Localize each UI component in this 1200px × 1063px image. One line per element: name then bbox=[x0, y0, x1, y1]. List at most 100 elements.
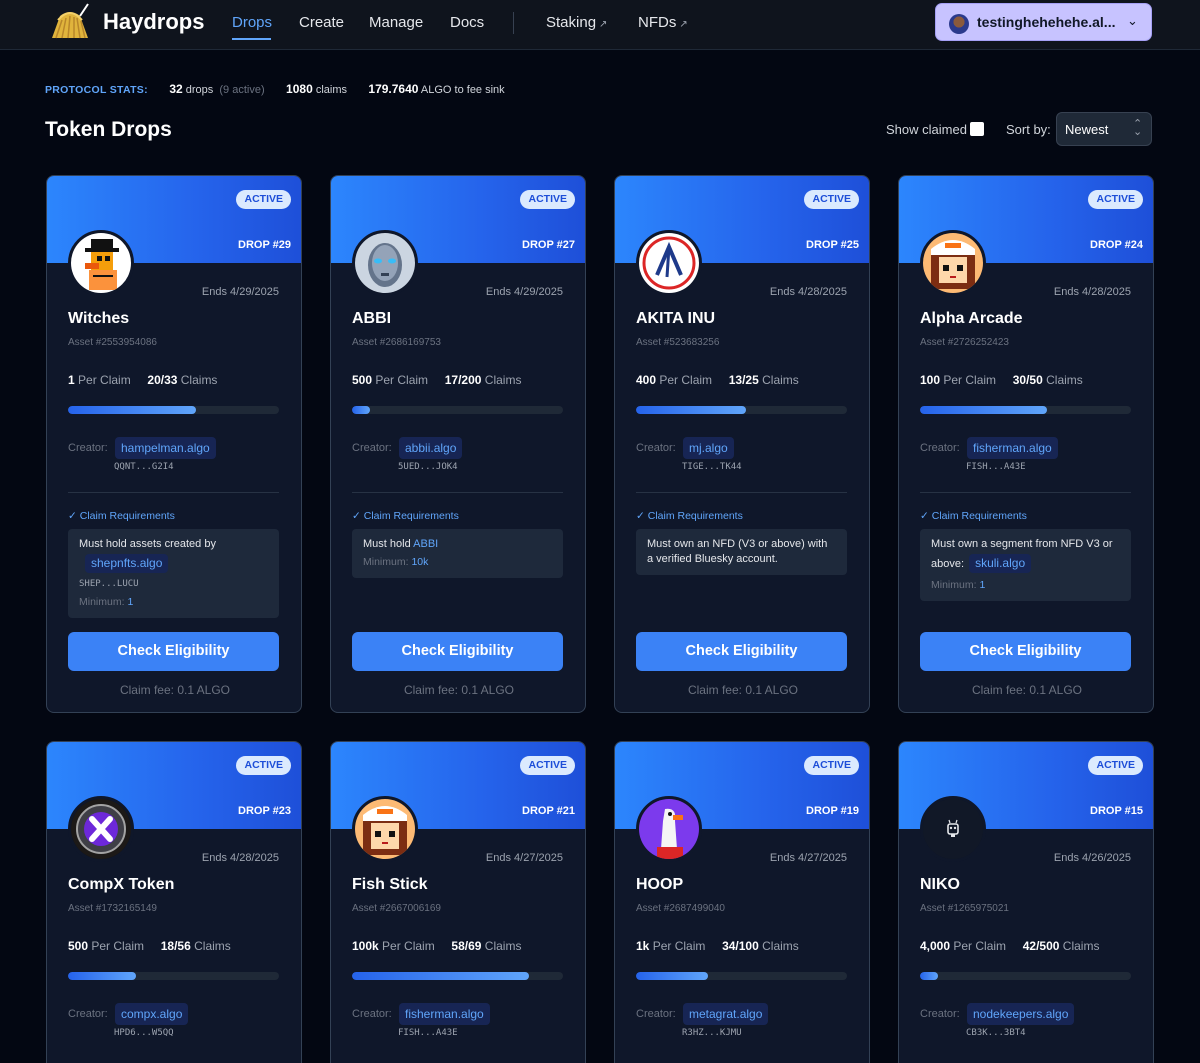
creator-link[interactable]: mj.algo bbox=[683, 437, 734, 459]
claims-count: 13/25 bbox=[728, 373, 759, 387]
abbi-robot-icon bbox=[355, 233, 415, 293]
claim-requirements-title: ✓ Claim Requirements bbox=[352, 510, 459, 522]
asset-id: Asset #523683256 bbox=[636, 337, 720, 348]
brand-name[interactable]: Haydrops bbox=[103, 9, 204, 35]
minimum-value: 1 bbox=[979, 579, 986, 591]
creator-link[interactable]: abbii.algo bbox=[399, 437, 463, 459]
claims-progress-bar bbox=[920, 972, 1131, 980]
nav-drops[interactable]: Drops bbox=[232, 14, 272, 31]
requirement-link[interactable]: ABBI bbox=[413, 538, 438, 550]
per-claim-label: Per Claim bbox=[943, 373, 997, 387]
claim-requirements-label: Claim Requirements bbox=[79, 510, 175, 522]
claims-progress-fill bbox=[920, 406, 1047, 414]
claims-progress-bar bbox=[352, 406, 563, 414]
claims-progress-fill bbox=[68, 406, 196, 414]
creator-link[interactable]: fisherman.algo bbox=[967, 437, 1058, 459]
check-eligibility-button[interactable]: Check Eligibility bbox=[352, 632, 563, 671]
end-date: Ends 4/28/2025 bbox=[1053, 286, 1131, 298]
sort-caret-icon: ⌃ ⌄ bbox=[1133, 118, 1143, 138]
requirement-text: Must hold bbox=[363, 538, 411, 550]
check-eligibility-button[interactable]: Check Eligibility bbox=[68, 632, 279, 671]
claim-summary: 1k Per Claim 34/100 Claims bbox=[636, 939, 799, 953]
stat-claims-unit: claims bbox=[315, 84, 347, 96]
niko-robot-icon bbox=[923, 799, 983, 859]
claims-label: Claims bbox=[1062, 939, 1100, 953]
creator-address: QQNT...G2I4 bbox=[114, 462, 174, 472]
asset-id: Asset #1265975021 bbox=[920, 903, 1009, 914]
requirement-text: Must own an NFD (V3 or above) with a ver… bbox=[647, 538, 828, 565]
creator-link[interactable]: compx.algo bbox=[115, 1003, 189, 1025]
creator-link[interactable]: fisherman.algo bbox=[399, 1003, 490, 1025]
creator-label: Creator: bbox=[920, 1008, 960, 1020]
claims-progress-fill bbox=[352, 972, 530, 980]
creator-label: Creator: bbox=[68, 1008, 108, 1020]
claims-count: 30/50 bbox=[1012, 373, 1043, 387]
nav-nfds[interactable]: NFDs ↗ bbox=[638, 14, 688, 31]
claim-summary: 400 Per Claim 13/25 Claims bbox=[636, 373, 799, 387]
drop-number: DROP #15 bbox=[1090, 805, 1143, 817]
token-avatar bbox=[352, 230, 418, 296]
nav-docs[interactable]: Docs bbox=[450, 14, 484, 31]
sort-select[interactable]: Newest ⌃ ⌄ bbox=[1056, 112, 1152, 146]
per-claim-amount: 1 bbox=[68, 373, 75, 387]
asset-id: Asset #2667006169 bbox=[352, 903, 441, 914]
requirement-box: Must own an NFD (V3 or above) with a ver… bbox=[636, 529, 847, 575]
nav-create[interactable]: Create bbox=[299, 14, 344, 31]
status-badge: ACTIVE bbox=[520, 756, 575, 775]
check-eligibility-button[interactable]: Check Eligibility bbox=[920, 632, 1131, 671]
per-claim-amount: 400 bbox=[636, 373, 657, 387]
stat-drops-unit: drops bbox=[185, 84, 214, 96]
token-avatar bbox=[68, 230, 134, 296]
creator-link[interactable]: metagrat.algo bbox=[683, 1003, 769, 1025]
haystack-logo-icon[interactable] bbox=[48, 2, 92, 42]
nav-manage[interactable]: Manage bbox=[369, 14, 423, 31]
akita-logo-icon bbox=[639, 233, 699, 293]
creator-address: CB3K...3BT4 bbox=[966, 1028, 1026, 1038]
per-claim-label: Per Claim bbox=[78, 373, 131, 387]
nav-nfds-label: NFDs bbox=[638, 14, 677, 31]
requirement-link[interactable]: skuli.algo bbox=[969, 554, 1032, 573]
minimum-value: 10k bbox=[411, 556, 429, 568]
creator-address: R3HZ...KJMU bbox=[682, 1028, 742, 1038]
per-claim-amount: 4,000 bbox=[920, 939, 951, 953]
nav-active-underline bbox=[232, 38, 271, 40]
external-link-icon: ↗ bbox=[599, 19, 608, 30]
check-icon: ✓ bbox=[636, 510, 645, 522]
end-date: Ends 4/28/2025 bbox=[201, 852, 279, 864]
creator-label: Creator: bbox=[352, 1008, 392, 1020]
status-badge: ACTIVE bbox=[236, 190, 291, 209]
creator-link[interactable]: hampelman.algo bbox=[115, 437, 216, 459]
token-avatar bbox=[920, 796, 986, 862]
creator-address: HPD6...W5QQ bbox=[114, 1028, 174, 1038]
requirement-box: Must hold assets created by shepnfts.alg… bbox=[68, 529, 279, 618]
claims-progress-fill bbox=[636, 972, 708, 980]
creator-label: Creator: bbox=[636, 1008, 676, 1020]
requirement-link[interactable]: shepnfts.algo bbox=[85, 554, 169, 573]
nav-staking-label: Staking bbox=[546, 14, 597, 31]
claims-progress-fill bbox=[352, 406, 370, 414]
divider bbox=[920, 492, 1131, 493]
end-date: Ends 4/29/2025 bbox=[201, 286, 279, 298]
drop-card: ACTIVE DROP #24 Ends 4/28/2025 Alpha Arc… bbox=[898, 175, 1154, 713]
drop-card: ACTIVE DROP #25 Ends 4/28/2025 AKITA INU… bbox=[614, 175, 870, 713]
requirement-minimum: Minimum: 1 bbox=[931, 578, 1120, 593]
per-claim-amount: 100 bbox=[920, 373, 941, 387]
claims-count: 17/200 bbox=[444, 373, 482, 387]
claims-label: Claims bbox=[484, 939, 522, 953]
per-claim-label: Per Claim bbox=[659, 373, 713, 387]
claim-summary: 4,000 Per Claim 42/500 Claims bbox=[920, 939, 1099, 953]
claim-requirements-title: ✓ Claim Requirements bbox=[920, 510, 1027, 522]
top-navbar: Haydrops Drops Create Manage Docs Stakin… bbox=[0, 0, 1200, 50]
check-eligibility-button[interactable]: Check Eligibility bbox=[636, 632, 847, 671]
account-button[interactable]: testinghehehehe.al... ⌄ bbox=[935, 3, 1152, 41]
external-link-icon: ↗ bbox=[679, 19, 688, 30]
claims-count: 18/56 bbox=[160, 939, 191, 953]
show-claimed-label: Show claimed bbox=[886, 122, 967, 137]
end-date: Ends 4/27/2025 bbox=[769, 852, 847, 864]
alpha-arcade-girl-icon bbox=[923, 233, 983, 293]
show-claimed-checkbox[interactable] bbox=[970, 122, 984, 136]
drop-number: DROP #23 bbox=[238, 805, 291, 817]
nav-staking[interactable]: Staking ↗ bbox=[546, 14, 607, 31]
creator-link[interactable]: nodekeepers.algo bbox=[967, 1003, 1075, 1025]
token-avatar bbox=[352, 796, 418, 862]
